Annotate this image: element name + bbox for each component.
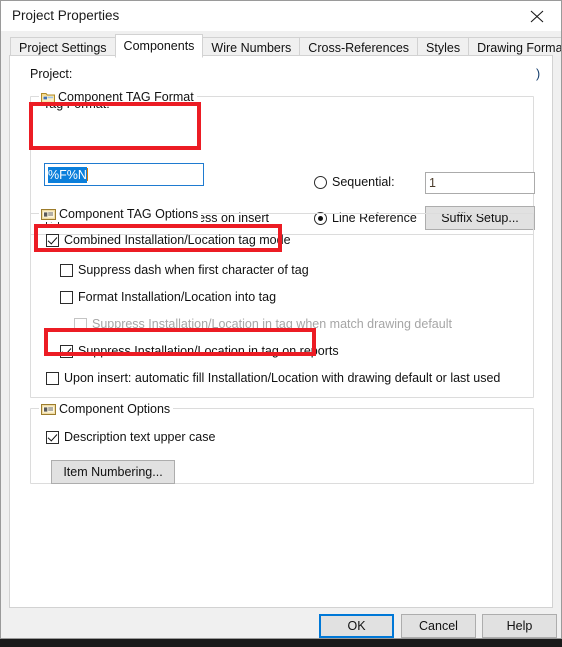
suppress-installation-location-on-reports-checkbox[interactable]: Suppress Installation/Location in tag on… <box>60 344 339 358</box>
folder-tag-icon <box>41 92 55 103</box>
suppress-dash-first-character-checkbox[interactable]: Suppress dash when first character of ta… <box>60 263 309 277</box>
cancel-button[interactable]: Cancel <box>401 614 476 638</box>
component-tag-options-title: Component TAG Options <box>39 206 202 222</box>
sequential-value: 1 <box>429 176 436 190</box>
checkbox-box <box>74 317 87 331</box>
component-tag-options-title-text: Component TAG Options <box>59 207 199 221</box>
component-options-title: Component Options <box>39 401 174 417</box>
suppress-dash-label: Suppress dash when first character of ta… <box>78 263 309 277</box>
component-options-title-text: Component Options <box>59 402 171 416</box>
text-caret <box>86 168 88 181</box>
checkbox-box <box>46 430 59 444</box>
combined-tag-mode-label: Combined Installation/Location tag mode <box>64 233 291 247</box>
checkbox-box <box>60 290 73 304</box>
help-button[interactable]: Help <box>482 614 557 638</box>
components-tab-panel: Project: ) Component TAG Format Tag Form… <box>9 55 553 608</box>
window-title: Project Properties <box>12 8 120 23</box>
combined-installation-location-tag-mode-checkbox[interactable]: Combined Installation/Location tag mode <box>46 233 291 247</box>
suppress-when-match-drawing-default-checkbox: Suppress Installation/Location in tag wh… <box>74 317 452 331</box>
sequential-value-input[interactable]: 1 <box>425 172 535 194</box>
checkbox-box <box>46 233 59 247</box>
title-bar: Project Properties <box>1 1 561 31</box>
checkbox-box <box>46 371 59 385</box>
sequential-radio[interactable]: Sequential: <box>314 175 395 189</box>
upon-insert-auto-fill-checkbox[interactable]: Upon insert: automatic fill Installation… <box>46 371 500 385</box>
format-installation-location-label: Format Installation/Location into tag <box>78 290 277 304</box>
description-text-upper-case-checkbox[interactable]: Description text upper case <box>46 430 215 444</box>
project-value-fragment: ) <box>536 67 541 81</box>
tab-components[interactable]: Components <box>114 34 204 58</box>
component-tag-format-title-text: Component TAG Format <box>58 90 194 104</box>
project-properties-dialog: Project Properties Project Settings Comp… <box>0 0 562 639</box>
folder-options-icon <box>41 403 56 415</box>
suppress-match-default-label: Suppress Installation/Location in tag wh… <box>92 317 452 331</box>
sequential-label: Sequential: <box>332 175 395 189</box>
project-label: Project: <box>30 67 73 81</box>
ok-button[interactable]: OK <box>319 614 394 638</box>
description-upper-case-label: Description text upper case <box>64 430 216 444</box>
upon-insert-label: Upon insert: automatic fill Installation… <box>64 371 501 385</box>
tag-format-input[interactable]: %F%N <box>44 163 204 186</box>
tag-format-input-value: %F%N <box>48 166 87 183</box>
folder-options-icon <box>41 208 56 220</box>
suppress-on-reports-label: Suppress Installation/Location in tag on… <box>78 344 339 358</box>
checkbox-box <box>60 344 73 358</box>
radio-box <box>314 175 327 189</box>
close-glyph <box>530 10 544 23</box>
checkbox-box <box>60 263 73 277</box>
close-icon[interactable] <box>515 1 561 31</box>
component-tag-format-title: Component TAG Format <box>39 89 197 105</box>
format-installation-location-into-tag-checkbox[interactable]: Format Installation/Location into tag <box>60 290 276 304</box>
item-numbering-button[interactable]: Item Numbering... <box>51 460 175 484</box>
tab-strip: Project Settings Components Wire Numbers… <box>1 31 561 58</box>
